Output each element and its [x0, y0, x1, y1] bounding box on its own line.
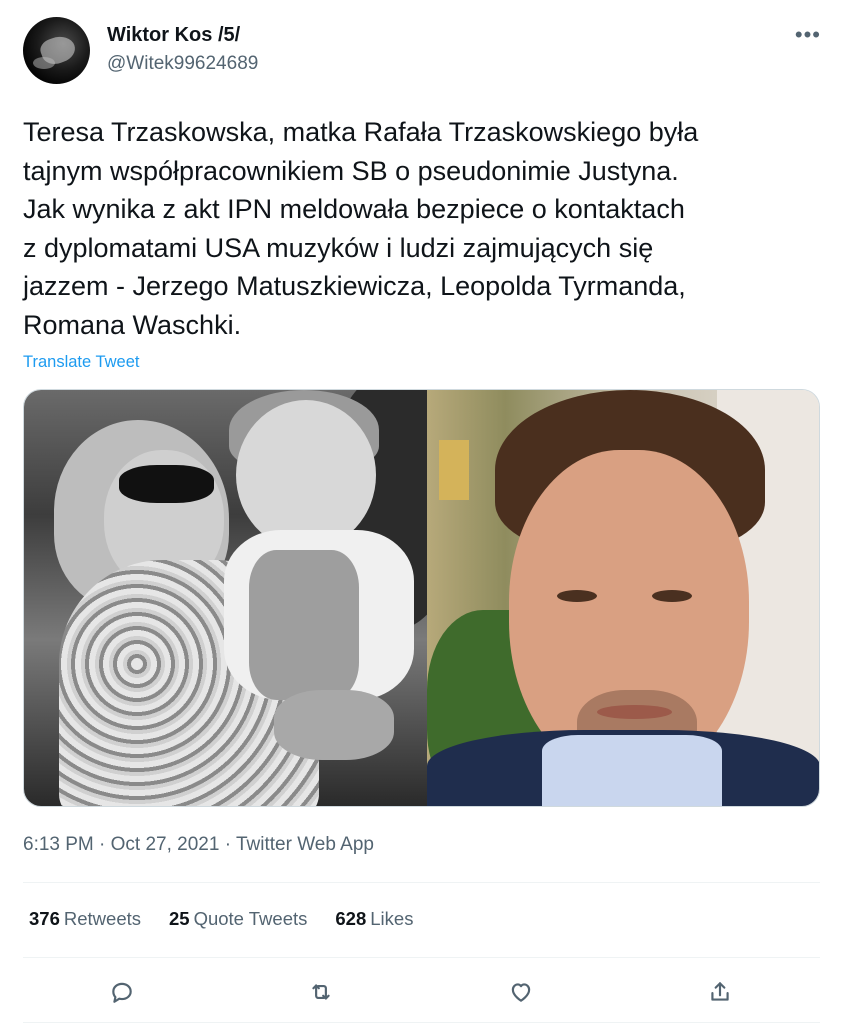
divider [23, 957, 820, 958]
photo-child-face [236, 400, 376, 550]
avatar-image-detail-2 [33, 57, 55, 69]
reply-icon [112, 982, 132, 1003]
divider [23, 882, 820, 883]
share-icon [711, 982, 729, 1001]
share-button[interactable] [700, 972, 740, 1012]
photo-man-left-eye [556, 590, 597, 602]
likes-label: Likes [370, 908, 414, 929]
author-avatar[interactable] [23, 17, 90, 84]
retweets-count: 376 [29, 908, 60, 929]
more-horizontal-icon[interactable]: ••• [795, 24, 821, 46]
author-display-name[interactable]: Wiktor Kos /5/ [107, 24, 240, 47]
quote-tweets-stat[interactable]: 25 Quote Tweets [169, 908, 307, 930]
retweets-label: Retweets [63, 908, 141, 929]
photo-man-shirt-collar [541, 735, 722, 806]
tweet-timestamp[interactable]: 6:13 PM · Oct 27, 2021 · Twitter Web App [23, 834, 374, 856]
translate-tweet-link[interactable]: Translate Tweet [23, 353, 139, 372]
tweet-actions-bar [23, 972, 820, 1012]
photo-window [438, 440, 469, 500]
quote-tweets-label: Quote Tweets [193, 908, 308, 929]
tweet-media[interactable] [23, 389, 820, 807]
author-handle[interactable]: @Witek99624689 [107, 53, 258, 75]
reply-button[interactable] [102, 972, 142, 1012]
photo-sunglasses [119, 465, 214, 503]
like-button[interactable] [501, 972, 541, 1012]
likes-count: 628 [335, 908, 367, 929]
retweet-button[interactable] [301, 972, 341, 1012]
tweet-text: Teresa Trzaskowska, matka Rafała Trzasko… [23, 117, 699, 340]
retweet-icon [312, 984, 330, 1000]
quote-tweets-count: 25 [169, 908, 190, 929]
photo-man-mouth [596, 705, 672, 719]
photo-man-right-eye [651, 590, 692, 602]
divider [23, 1022, 820, 1023]
photo-hands [274, 690, 394, 760]
media-photo-left[interactable] [24, 390, 427, 806]
tweet-stats: 376 Retweets 25 Quote Tweets 628 Likes [29, 908, 441, 930]
likes-stat[interactable]: 628 Likes [335, 908, 413, 930]
photo-child-vest [249, 550, 359, 700]
media-photo-right[interactable] [426, 390, 819, 806]
retweets-stat[interactable]: 376 Retweets [29, 908, 141, 930]
like-icon [511, 983, 531, 1002]
